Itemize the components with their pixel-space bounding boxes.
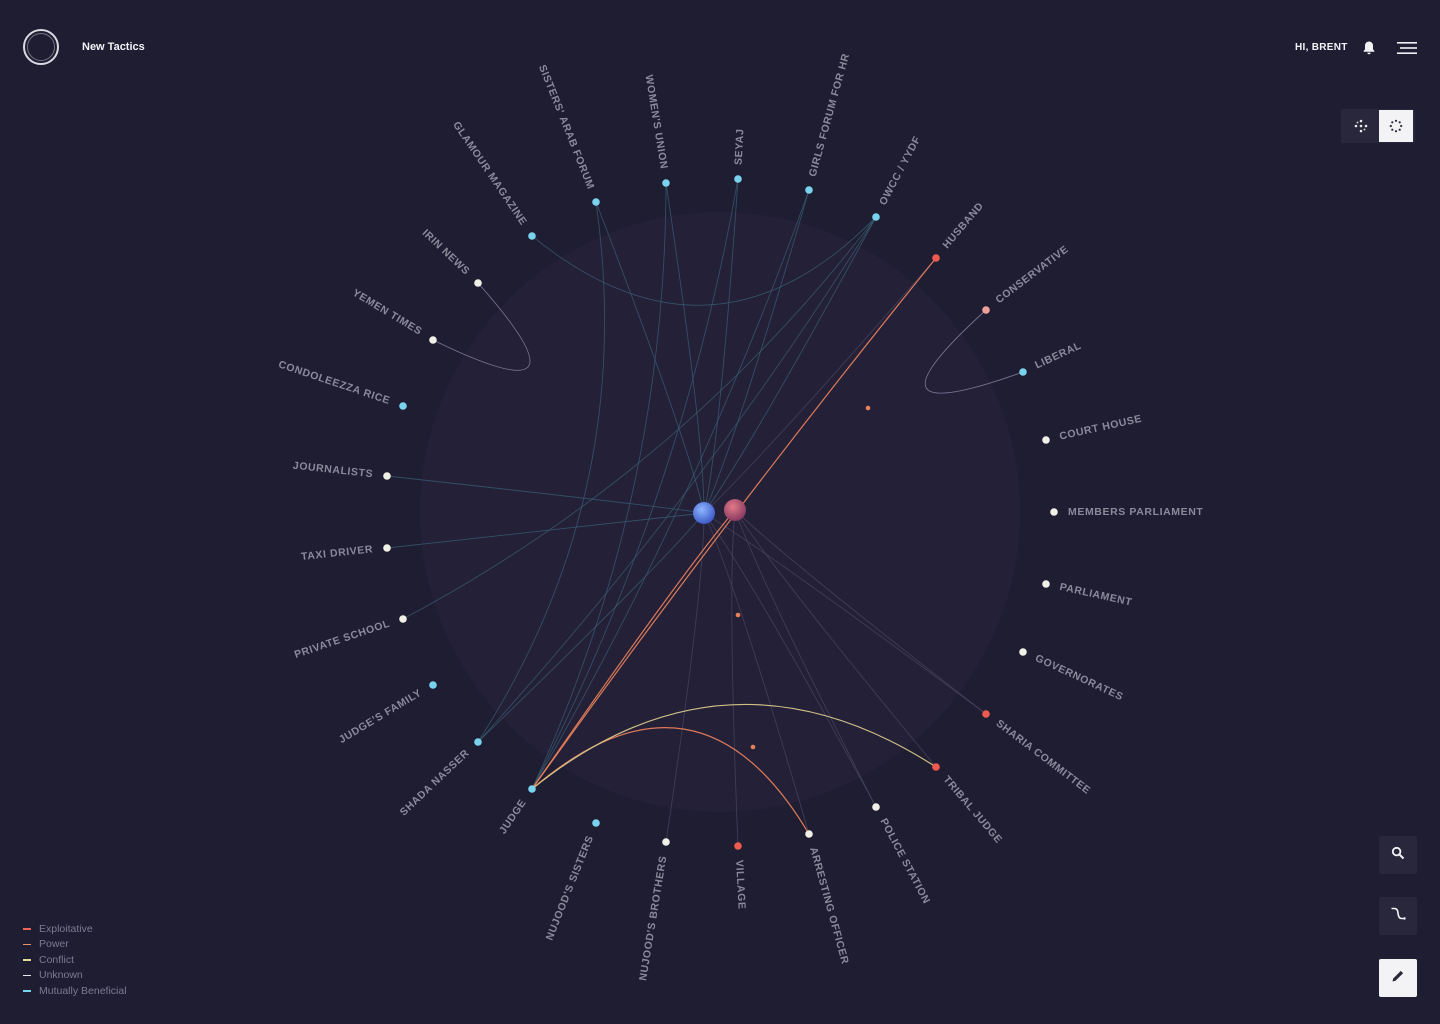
node-label: NUJOOD'S SISTERS — [544, 834, 597, 942]
node-dot[interactable] — [592, 198, 600, 206]
node-label: COURT HOUSE — [1058, 413, 1143, 443]
node-dot[interactable] — [872, 803, 880, 811]
node-yementimes[interactable]: YEMEN TIMES — [350, 287, 437, 344]
node-arresting[interactable]: ARRESTING OFFICER — [805, 830, 851, 966]
node-label: CONSERVATIVE — [993, 243, 1071, 306]
node-dot[interactable] — [1050, 508, 1058, 516]
node-courthouse[interactable]: COURT HOUSE — [1042, 413, 1143, 444]
node-dot[interactable] — [1042, 436, 1050, 444]
node-judge[interactable]: JUDGE — [497, 785, 536, 836]
node-parliament[interactable]: PARLIAMENT — [1042, 580, 1133, 609]
node-sharia[interactable]: SHARIA COMMITTEE — [982, 710, 1093, 797]
node-dot[interactable] — [474, 738, 482, 746]
node-label: HUSBAND — [940, 200, 986, 251]
node-label: PRIVATE SCHOOL — [293, 618, 392, 661]
node-journalists[interactable]: JOURNALISTS — [292, 460, 391, 481]
node-privateschool[interactable]: PRIVATE SCHOOL — [293, 615, 407, 661]
node-label: OWCC / YYDF — [877, 134, 923, 207]
node-dot[interactable] — [982, 306, 990, 314]
node-dot[interactable] — [662, 179, 670, 187]
edge-midpoint — [865, 405, 871, 411]
node-label: GIRLS FORUM FOR HR — [807, 52, 853, 178]
node-label: ARRESTING OFFICER — [807, 846, 851, 966]
node-irin[interactable]: IRIN NEWS — [420, 227, 482, 287]
node-label: SHARIA COMMITTEE — [994, 718, 1093, 797]
node-label: WOMEN'S UNION — [643, 74, 670, 170]
node-womensunion[interactable]: WOMEN'S UNION — [643, 74, 670, 187]
node-sisters[interactable]: NUJOOD'S SISTERS — [544, 819, 600, 942]
node-dot[interactable] — [399, 402, 407, 410]
node-dot[interactable] — [1042, 580, 1050, 588]
node-tribal[interactable]: TRIBAL JUDGE — [932, 763, 1004, 846]
node-girlsforum[interactable]: GIRLS FORUM FOR HR — [805, 52, 852, 194]
node-label: MEMBERS PARLIAMENT — [1068, 506, 1203, 518]
node-conservative[interactable]: CONSERVATIVE — [982, 243, 1071, 314]
node-dot[interactable] — [474, 279, 482, 287]
network-graph: HUSBANDCONSERVATIVE LIBERAL COURT HOUSE MEM… — [277, 52, 1203, 982]
node-label: YEMEN TIMES — [350, 287, 424, 338]
node-label: TRIBAL JUDGE — [941, 774, 1005, 846]
node-husband[interactable]: HUSBAND — [932, 200, 986, 262]
edge-midpoint — [750, 744, 756, 750]
node-dot[interactable] — [734, 842, 742, 850]
node-label: VILLAGE — [733, 860, 748, 910]
node-liberal[interactable]: LIBERAL — [1019, 340, 1083, 376]
node-dot[interactable] — [932, 254, 940, 262]
node-label: JUDGE'S FAMILY — [337, 687, 424, 746]
node-label: GLAMOUR MAGAZINE — [450, 119, 529, 227]
node-members[interactable]: MEMBERS PARLIAMENT — [1050, 506, 1203, 518]
node-dot[interactable] — [592, 819, 600, 827]
node-owcc[interactable]: OWCC / YYDF — [872, 134, 923, 221]
center-node-blue[interactable] — [693, 502, 715, 524]
edge-midpoint — [735, 612, 741, 618]
center-node-red[interactable] — [724, 499, 746, 521]
node-dot[interactable] — [528, 232, 536, 240]
node-label: IRIN NEWS — [420, 227, 472, 278]
node-label: GOVERNORATES — [1033, 652, 1125, 703]
node-dot[interactable] — [805, 186, 813, 194]
node-dot[interactable] — [982, 710, 990, 718]
node-dot[interactable] — [383, 544, 391, 552]
node-dot[interactable] — [1019, 368, 1027, 376]
node-label: POLICE STATION — [877, 816, 932, 906]
node-dot[interactable] — [429, 336, 437, 344]
node-dot[interactable] — [399, 615, 407, 623]
node-dot[interactable] — [429, 681, 437, 689]
node-dot[interactable] — [1019, 648, 1027, 656]
node-police[interactable]: POLICE STATION — [872, 803, 932, 906]
node-label: JUDGE — [497, 797, 529, 836]
node-village[interactable]: VILLAGE — [733, 842, 748, 910]
node-label: SEYAJ — [733, 128, 747, 165]
node-judgesfamily[interactable]: JUDGE'S FAMILY — [337, 681, 437, 746]
node-glamour[interactable]: GLAMOUR MAGAZINE — [450, 119, 536, 240]
node-dot[interactable] — [872, 213, 880, 221]
node-seyaj[interactable]: SEYAJ — [733, 128, 747, 183]
node-label: TAXI DRIVER — [301, 543, 374, 563]
node-sistersarab[interactable]: SISTERS' ARAB FORUM — [536, 63, 600, 206]
node-label: NUJOOD'S BROTHERS — [637, 855, 669, 982]
node-dot[interactable] — [383, 472, 391, 480]
node-label: PARLIAMENT — [1058, 581, 1133, 609]
node-label: SISTERS' ARAB FORUM — [536, 63, 597, 191]
node-label: JOURNALISTS — [292, 460, 374, 481]
node-dot[interactable] — [528, 785, 536, 793]
node-label: CONDOLEEZZA RICE — [277, 359, 392, 408]
node-dot[interactable] — [734, 175, 742, 183]
node-governorates[interactable]: GOVERNORATES — [1019, 648, 1125, 703]
node-dot[interactable] — [662, 838, 670, 846]
node-taxi[interactable]: TAXI DRIVER — [301, 543, 391, 563]
node-label: SHADA NASSER — [398, 747, 472, 818]
node-brothers[interactable]: NUJOOD'S BROTHERS — [637, 838, 670, 982]
graph-backdrop — [420, 212, 1020, 812]
node-label: LIBERAL — [1033, 340, 1083, 372]
node-dot[interactable] — [805, 830, 813, 838]
node-shada[interactable]: SHADA NASSER — [398, 738, 482, 818]
node-condoleezza[interactable]: CONDOLEEZZA RICE — [277, 359, 407, 410]
node-dot[interactable] — [932, 763, 940, 771]
